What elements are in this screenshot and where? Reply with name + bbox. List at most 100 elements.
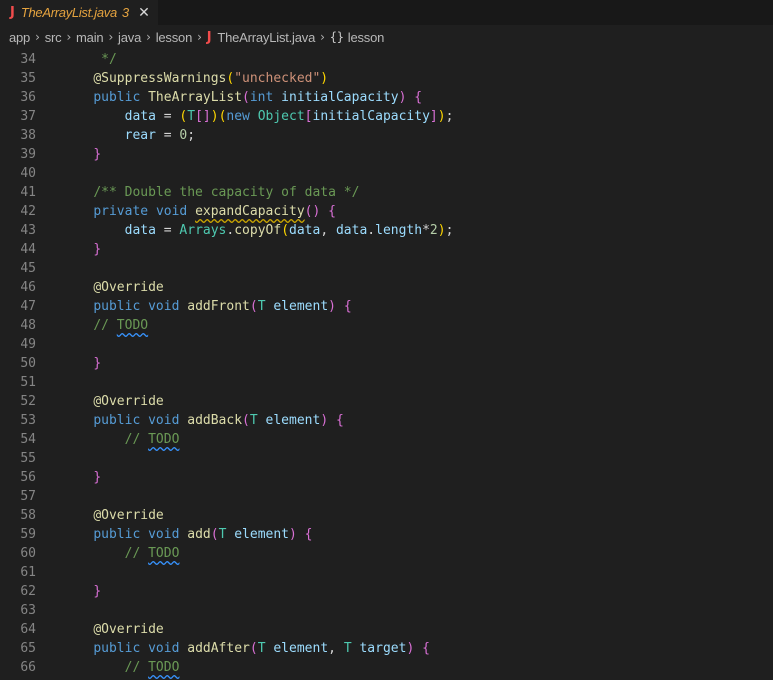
java-file-icon: J xyxy=(206,29,212,45)
line-number: 50 xyxy=(20,356,36,371)
code-text: @SuppressWarnings("unchecked") xyxy=(93,71,329,86)
breadcrumb: app › src › main › java › lesson › J The… xyxy=(0,25,773,49)
line-number: 44 xyxy=(20,242,36,257)
chevron-right-icon: › xyxy=(35,30,40,44)
breadcrumb-item-symbol[interactable]: lesson xyxy=(348,30,385,45)
code-text: @Override xyxy=(93,394,164,409)
code-text: rear = 0; xyxy=(124,128,196,143)
code-line[interactable]: 57 xyxy=(0,487,773,506)
code-line[interactable]: 64 @Override xyxy=(0,620,773,639)
code-line[interactable]: 43 data = Arrays.copyOf(data, data.lengt… xyxy=(0,221,773,240)
code-text: public void addFront(T element) { xyxy=(93,299,352,314)
code-text: public void addAfter(T element, T target… xyxy=(93,641,430,656)
code-line[interactable]: 37 data = (T[])(new Object[initialCapaci… xyxy=(0,107,773,126)
editor-tab-thearraylist[interactable]: J TheArrayList.java 3 ✕ xyxy=(0,0,158,25)
line-number: 36 xyxy=(20,90,36,105)
code-text: } xyxy=(93,242,102,257)
code-text: // TODO xyxy=(124,660,180,675)
line-number: 41 xyxy=(20,185,36,200)
code-text: } xyxy=(93,147,102,162)
line-number: 40 xyxy=(20,166,36,181)
breadcrumb-item-file[interactable]: TheArrayList.java xyxy=(217,30,315,45)
line-number: 56 xyxy=(20,470,36,485)
line-number: 65 xyxy=(20,641,36,656)
code-line[interactable]: 56 } xyxy=(0,468,773,487)
code-text: @Override xyxy=(93,280,164,295)
code-line[interactable]: 50 } xyxy=(0,354,773,373)
code-line[interactable]: 39 } xyxy=(0,145,773,164)
line-number: 59 xyxy=(20,527,36,542)
code-line[interactable]: 47 public void addFront(T element) { xyxy=(0,297,773,316)
line-number: 54 xyxy=(20,432,36,447)
code-line[interactable]: 35 @SuppressWarnings("unchecked") xyxy=(0,69,773,88)
code-text: @Override xyxy=(93,508,164,523)
code-text: public TheArrayList(int initialCapacity)… xyxy=(93,90,423,105)
code-line[interactable]: 44 } xyxy=(0,240,773,259)
chevron-right-icon: › xyxy=(108,30,114,44)
code-text: public void add(T element) { xyxy=(93,527,313,542)
line-number: 58 xyxy=(20,508,36,523)
code-text: // TODO xyxy=(124,432,180,447)
code-editor[interactable]: 34 */35 @SuppressWarnings("unchecked") 36… xyxy=(0,50,773,680)
code-text: @Override xyxy=(93,622,164,637)
code-text: } xyxy=(93,584,102,599)
line-number: 63 xyxy=(20,603,36,618)
code-line[interactable]: 38 rear = 0; xyxy=(0,126,773,145)
line-number: 66 xyxy=(20,660,36,675)
code-line[interactable]: 65 public void addAfter(T element, T tar… xyxy=(0,639,773,658)
code-text: /** Double the capacity of data */ xyxy=(93,185,360,200)
code-line[interactable]: 61 xyxy=(0,563,773,582)
code-line[interactable]: 45 xyxy=(0,259,773,278)
code-line[interactable]: 40 xyxy=(0,164,773,183)
chevron-right-icon: › xyxy=(146,30,151,44)
breadcrumb-item-app[interactable]: app xyxy=(9,30,30,45)
line-number: 57 xyxy=(20,489,36,504)
code-line[interactable]: 60 // TODO xyxy=(0,544,773,563)
line-number: 60 xyxy=(20,546,36,561)
line-number: 35 xyxy=(20,71,36,86)
code-line[interactable]: 54 // TODO xyxy=(0,430,773,449)
breadcrumb-item-main[interactable]: main xyxy=(76,30,104,45)
code-text: private void expandCapacity() { xyxy=(93,204,336,219)
code-line[interactable]: 55 xyxy=(0,449,773,468)
breadcrumb-item-java[interactable]: java xyxy=(118,30,141,45)
line-number: 55 xyxy=(20,451,36,466)
line-number: 39 xyxy=(20,147,36,162)
line-number: 46 xyxy=(20,280,36,295)
line-number: 52 xyxy=(20,394,36,409)
line-number: 37 xyxy=(20,109,36,124)
breadcrumb-item-src[interactable]: src xyxy=(45,30,62,45)
close-icon[interactable]: ✕ xyxy=(138,5,150,21)
code-line[interactable]: 41 /** Double the capacity of data */ xyxy=(0,183,773,202)
code-line[interactable]: 66 // TODO xyxy=(0,658,773,677)
line-number: 49 xyxy=(20,337,36,352)
breadcrumb-item-lesson[interactable]: lesson xyxy=(156,30,193,45)
java-file-icon: J xyxy=(10,5,15,20)
code-line[interactable]: 36 public TheArrayList(int initialCapaci… xyxy=(0,88,773,107)
code-text: */ xyxy=(101,52,117,67)
line-number: 53 xyxy=(20,413,36,428)
code-line[interactable]: 49 xyxy=(0,335,773,354)
code-line[interactable]: 46 @Override xyxy=(0,278,773,297)
line-number: 51 xyxy=(20,375,36,390)
code-text: // TODO xyxy=(124,546,180,561)
code-text: public void addBack(T element) { xyxy=(93,413,344,428)
code-line[interactable]: 48 // TODO xyxy=(0,316,773,335)
line-number: 48 xyxy=(20,318,36,333)
code-line[interactable]: 42 private void expandCapacity() { xyxy=(0,202,773,221)
code-line[interactable]: 53 public void addBack(T element) { xyxy=(0,411,773,430)
code-line[interactable]: 62 } xyxy=(0,582,773,601)
code-line[interactable]: 51 xyxy=(0,373,773,392)
chevron-right-icon: › xyxy=(66,30,72,44)
line-number: 62 xyxy=(20,584,36,599)
code-line[interactable]: 58 @Override xyxy=(0,506,773,525)
code-line[interactable]: 59 public void add(T element) { xyxy=(0,525,773,544)
code-text: data = Arrays.copyOf(data, data.length*2… xyxy=(124,223,454,238)
code-line[interactable]: 34 */ xyxy=(0,50,773,69)
code-line[interactable]: 52 @Override xyxy=(0,392,773,411)
code-line[interactable]: 63 xyxy=(0,601,773,620)
line-number: 34 xyxy=(20,52,36,67)
code-text: data = (T[])(new Object[initialCapacity]… xyxy=(124,109,454,124)
line-number: 47 xyxy=(20,299,36,314)
code-text: } xyxy=(93,470,102,485)
